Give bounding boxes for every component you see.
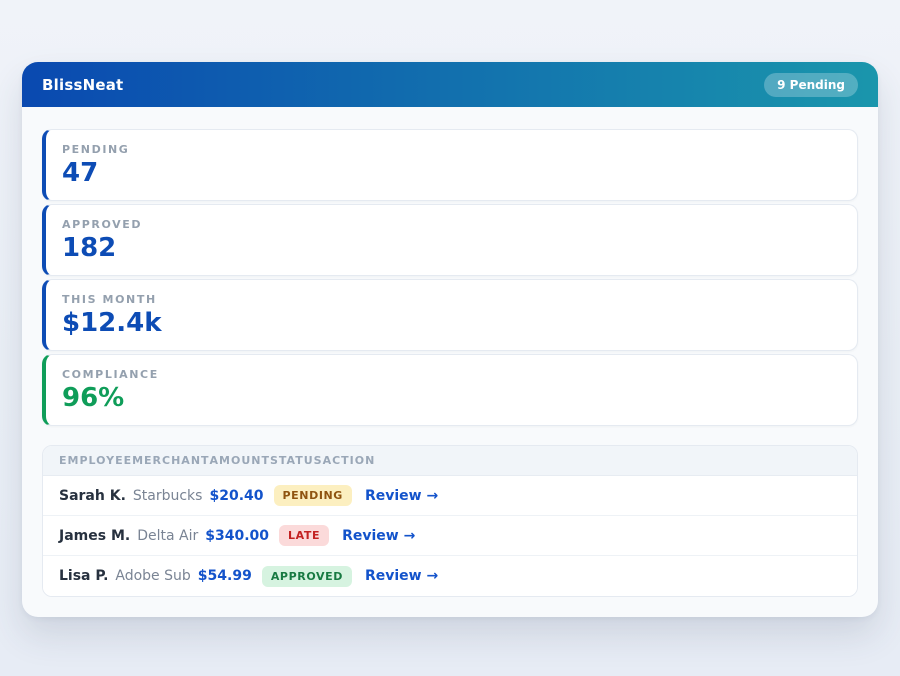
employee-name: Lisa P.	[59, 568, 108, 584]
review-link[interactable]: Review →	[342, 528, 415, 544]
stat-label: THIS MONTH	[62, 293, 841, 306]
status-badge: LATE	[279, 525, 329, 546]
merchant-name: Delta Air	[137, 528, 198, 544]
amount-value: $54.99	[198, 568, 252, 584]
employee-name: Sarah K.	[59, 488, 126, 504]
column-header-amount: AMOUNT	[210, 454, 270, 467]
status-badge: APPROVED	[262, 566, 352, 587]
stat-card-this-month: THIS MONTH $12.4k	[42, 279, 858, 351]
column-header-merchant: MERCHANT	[132, 454, 209, 467]
app-header: BlissNeat 9 Pending	[22, 62, 878, 107]
app-content: PENDING 47 APPROVED 182 THIS MONTH $12.4…	[22, 107, 878, 617]
merchant-name: Adobe Sub	[115, 568, 190, 584]
status-badge: PENDING	[274, 485, 352, 506]
column-header-employee: EMPLOYEE	[59, 454, 132, 467]
amount-value: $20.40	[209, 488, 263, 504]
table-row: James M. Delta Air $340.00 LATE Review →	[43, 516, 857, 556]
table-header-row: EMPLOYEE MERCHANT AMOUNT STATUS ACTION	[43, 446, 857, 476]
review-link[interactable]: Review →	[365, 568, 438, 584]
expenses-table: EMPLOYEE MERCHANT AMOUNT STATUS ACTION S…	[42, 445, 858, 597]
table-row: Sarah K. Starbucks $20.40 PENDING Review…	[43, 476, 857, 516]
stat-value: 182	[62, 235, 841, 262]
column-header-status: STATUS	[270, 454, 323, 467]
stat-card-pending: PENDING 47	[42, 129, 858, 201]
column-header-action: ACTION	[323, 454, 376, 467]
amount-value: $340.00	[205, 528, 269, 544]
stat-value: 96%	[62, 385, 841, 412]
stat-label: COMPLIANCE	[62, 368, 841, 381]
employee-name: James M.	[59, 528, 130, 544]
stat-label: PENDING	[62, 143, 841, 156]
stat-label: APPROVED	[62, 218, 841, 231]
stat-value: $12.4k	[62, 310, 841, 337]
app-title: BlissNeat	[42, 76, 123, 94]
stat-value: 47	[62, 160, 841, 187]
stat-card-compliance: COMPLIANCE 96%	[42, 354, 858, 426]
table-row: Lisa P. Adobe Sub $54.99 APPROVED Review…	[43, 556, 857, 596]
merchant-name: Starbucks	[133, 488, 203, 504]
stat-card-approved: APPROVED 182	[42, 204, 858, 276]
pending-count-badge[interactable]: 9 Pending	[764, 73, 858, 97]
app-window: BlissNeat 9 Pending PENDING 47 APPROVED …	[22, 62, 878, 617]
review-link[interactable]: Review →	[365, 488, 438, 504]
